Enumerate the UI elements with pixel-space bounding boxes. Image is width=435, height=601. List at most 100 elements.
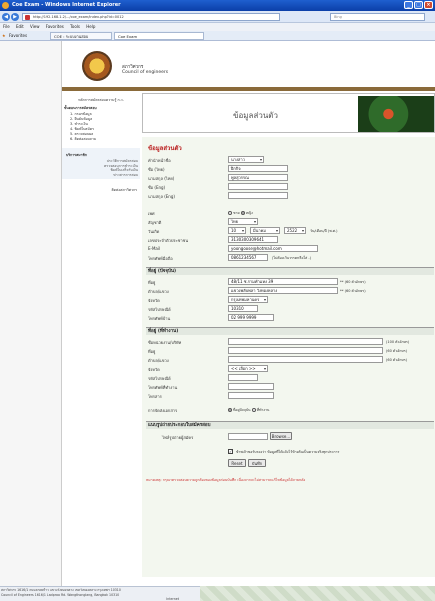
label-prefix: คำนำหน้าชื่อ [148, 158, 171, 163]
mail-home-radio[interactable] [228, 408, 232, 412]
addr2-postcode-input[interactable] [228, 374, 258, 381]
registration-form: ข้อมูลส่วนตัว คำนำหน้าชื่อ นางสาว ชื่อ (… [142, 137, 435, 577]
addr2-address-input[interactable] [228, 347, 383, 354]
browser-window: Coe Exam - Windows Internet Explorer _ □… [0, 0, 435, 601]
nav-head-steps: ขั้นตอนการสมัครสอบ [64, 106, 97, 110]
date-format-note: วัน/เดือน/ปี (พ.ศ.) [310, 229, 338, 233]
maximize-button[interactable]: □ [414, 1, 423, 9]
search-text: Bing [334, 15, 342, 19]
nav-top-link[interactable]: หลักการสมัครสอบความรู้ ก.ว. [62, 97, 140, 103]
favorites-button[interactable]: Favorites [9, 31, 27, 41]
submit-button[interactable]: บันทึก [248, 459, 266, 467]
agree-checkbox[interactable]: ✓ [228, 449, 233, 454]
idcard-input[interactable]: 3130300309641 [228, 236, 278, 243]
menu-favorites[interactable]: Favorites [46, 24, 64, 29]
sex-female-label: หญิง [245, 211, 253, 215]
menu-tools[interactable]: Tools [70, 24, 80, 29]
label-mobile: โทรศัพท์มือถือ [148, 256, 173, 261]
label-sex: เพศ [148, 211, 155, 216]
addr2-limit-2: (60 ตัวอักษร) [386, 349, 407, 353]
banner-title: ข้อมูลส่วนตัว [233, 111, 278, 120]
addr2-subdistrict-input[interactable] [228, 356, 383, 363]
nationality-select[interactable]: ไทย [228, 218, 258, 225]
addr1-province-select[interactable]: กรุงเทพมหานคร [228, 296, 268, 303]
nav-sub-4[interactable]: ข่าวสารการสอบ [64, 173, 138, 178]
star-icon[interactable]: ★ [2, 31, 6, 41]
menu-help[interactable]: Help [86, 24, 95, 29]
nav-member-box: บริการสมาชิก ประวัติการสมัครสอบ ตรวจสอบก… [62, 148, 140, 179]
tab-coe-exam[interactable]: Coe Exam [114, 32, 204, 40]
forward-arrow-icon[interactable]: ▶ [11, 13, 19, 21]
nav-contact[interactable]: ติดต่อสภาวิศวกร [62, 187, 137, 193]
agree-text: ข้าพเจ้าขอรับรองว่า ข้อมูลที่ได้แจ้งไว้ข… [236, 450, 340, 454]
menu-edit[interactable]: Edit [16, 24, 24, 29]
sex-female-radio[interactable] [240, 211, 245, 215]
addr1-limit-2: ** (60 ตัวอักษร) [340, 289, 366, 293]
lname-en-input[interactable] [228, 192, 288, 199]
section-title: ข้อมูลส่วนตัว [148, 145, 182, 152]
address1-header: ที่อยู่ (ปัจจุบัน) [146, 267, 434, 275]
addr1-phone-input[interactable]: 02 999 9999 [228, 314, 274, 321]
addr1-label-province: จังหวัด [148, 298, 160, 303]
mobile-input[interactable]: 0861234567 [228, 254, 268, 261]
org-name-th: สภาวิศวกร [122, 65, 144, 70]
menu-bar: File Edit View Favorites Tools Help [0, 23, 435, 31]
lname-th-input[interactable]: พูลสุวรรณ [228, 174, 288, 181]
addr2-label-company: ชื่อหน่วยงาน/บริษัท [148, 340, 182, 345]
coe-page: สภาวิศวกร Council of engineers หลักการสม… [62, 41, 435, 586]
addr1-label-phone: โทรศัพท์บ้าน [148, 316, 171, 321]
label-birthdate: วันเกิด [148, 229, 160, 234]
address2-header: ที่อยู่ (ที่ทำงาน) [146, 327, 434, 335]
prefix-select[interactable]: นางสาว [228, 156, 264, 163]
status-bar: สภาวิศวกร 1616/1 ถนนลาดพร้าว แขวงวังทองห… [0, 586, 200, 601]
addr2-label-province: จังหวัด [148, 367, 160, 372]
addr2-province-select[interactable]: << เลือก >> [228, 365, 268, 372]
addr2-phone-input[interactable] [228, 383, 274, 390]
label-nationality: สัญชาติ [148, 220, 162, 225]
council-logo [82, 51, 112, 81]
label-lname-th: นามสกุล (ไทย) [148, 176, 175, 181]
addr1-subdistrict-input[interactable]: แขวงพลับพลา วังทองหลาง [228, 287, 338, 294]
mail-work-radio[interactable] [251, 408, 256, 412]
page-banner: ข้อมูลส่วนตัว [142, 93, 435, 133]
fname-en-input[interactable] [228, 183, 288, 190]
label-idcard: เลขประจำตัวประชาชน [148, 238, 189, 243]
warning-note: หมายเหตุ: กรุณาตรวจสอบความถูกต้องของข้อม… [146, 478, 306, 482]
sex-male-radio[interactable] [228, 211, 232, 215]
addr1-postcode-input[interactable]: 10310 [228, 305, 258, 312]
addr2-label-address: ที่อยู่ [148, 349, 156, 354]
addr1-label-address: ที่อยู่ [148, 280, 156, 285]
reset-button[interactable]: Reset [228, 459, 246, 467]
mobile-note: (ไม่ต้องเว้นวรรคหรือใส่ -) [272, 256, 312, 260]
org-name: สภาวิศวกร Council of engineers [122, 63, 168, 75]
fname-th-input[interactable]: ฝึกกิจ [228, 165, 288, 172]
addr2-fax-input[interactable] [228, 392, 274, 399]
mail-home-label: ที่อยู่ปัจจุบัน [233, 408, 251, 412]
addr1-label-postcode: รหัสไปรษณีย์ [148, 307, 171, 312]
search-field[interactable]: Bing [330, 13, 425, 21]
close-button[interactable]: × [424, 1, 433, 9]
url-field[interactable]: http://192.168.1.2/.../coe_exam/index.ph… [22, 13, 280, 21]
addr1-address-input[interactable]: 48/11 ซ.รามคำแหง 39 [228, 278, 338, 285]
header-band [62, 87, 435, 91]
addr1-limit-1: ** (60 ตัวอักษร) [340, 280, 366, 284]
tab-coe[interactable]: COE : ระบบงานสอบ [50, 32, 112, 40]
email-input[interactable]: yoongoose@hotmail.com [228, 245, 318, 252]
month-select[interactable]: มีนาคม [250, 227, 280, 234]
minimize-button[interactable]: _ [404, 1, 413, 9]
address-bar: ◀ ▶ http://192.168.1.2/.../coe_exam/inde… [0, 11, 435, 23]
sex-radio-group: ชาย หญิง [228, 210, 253, 216]
photo-label: ไฟล์รูปถ่ายผู้สมัคร [162, 435, 194, 440]
day-select[interactable]: 10 [228, 227, 246, 234]
menu-file[interactable]: File [3, 24, 10, 29]
page-content: สภาวิศวกร Council of engineers หลักการสม… [0, 41, 435, 586]
favorites-bar: ★ Favorites COE : ระบบงานสอบ Coe Exam [0, 31, 435, 41]
nav-step-6[interactable]: 6. ติดต่อสอบถาม [70, 137, 140, 142]
back-arrow-icon[interactable]: ◀ [2, 13, 10, 21]
browse-button[interactable]: Browse... [270, 432, 292, 440]
addr2-company-input[interactable] [228, 338, 383, 345]
year-select[interactable]: 2522 [284, 227, 306, 234]
photo-file-input[interactable] [228, 433, 268, 440]
nav-head-member: บริการสมาชิก [66, 153, 87, 157]
menu-view[interactable]: View [30, 24, 40, 29]
